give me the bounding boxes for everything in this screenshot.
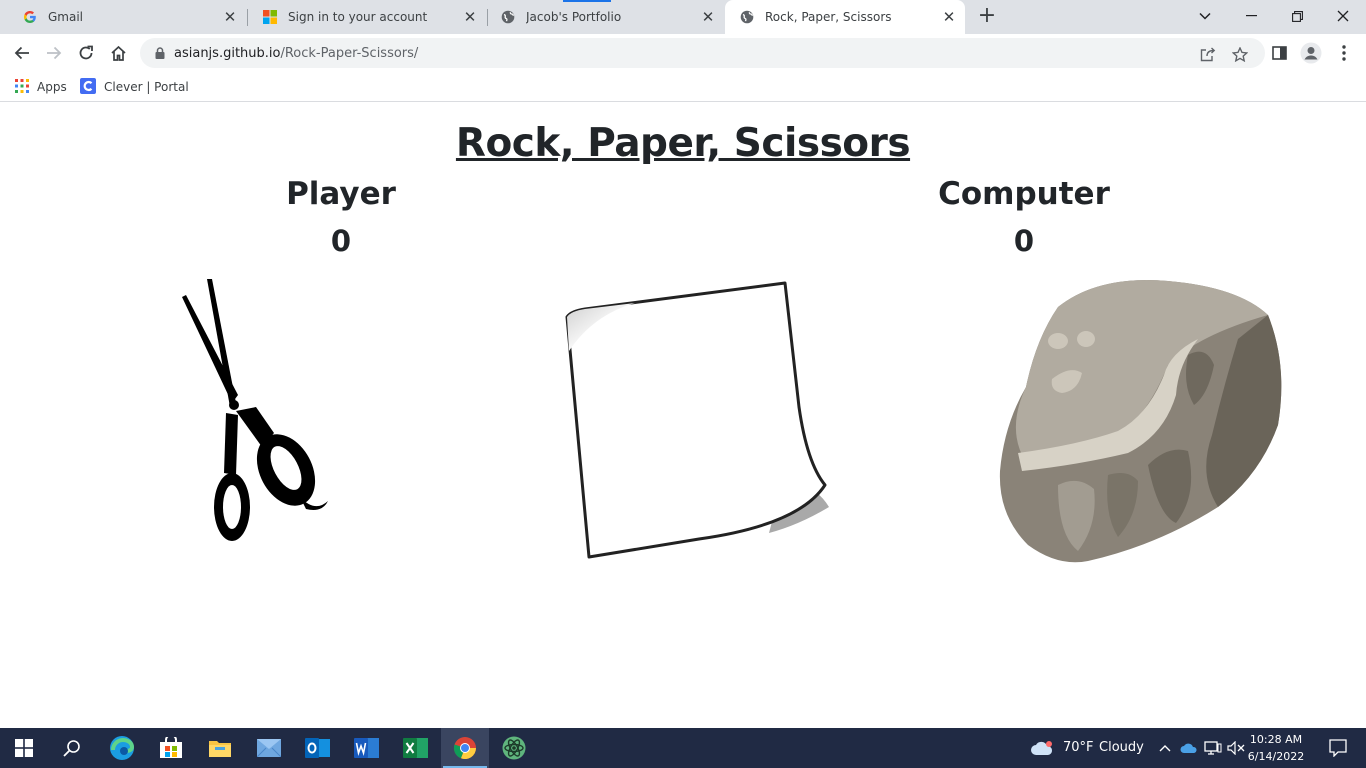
google-g-icon [22, 9, 38, 25]
file-explorer-icon[interactable] [196, 728, 244, 768]
tab-title: Sign in to your account [288, 10, 428, 24]
computer-score: 0 [1013, 224, 1035, 258]
tab-jacobs-portfolio[interactable]: Jacob's Portfolio ✕ [486, 0, 724, 34]
mail-icon[interactable] [245, 728, 293, 768]
word-icon[interactable] [343, 728, 391, 768]
scissors-choice-button[interactable] [150, 275, 350, 551]
bookmark-label: Clever | Portal [104, 80, 189, 94]
network-icon[interactable] [1202, 728, 1224, 768]
close-icon[interactable]: ✕ [698, 7, 718, 27]
edge-icon[interactable] [98, 728, 146, 768]
notifications-icon[interactable] [1318, 728, 1358, 768]
onedrive-icon[interactable] [1178, 728, 1200, 768]
show-hidden-icons-chevron-icon[interactable] [1154, 728, 1176, 768]
computer-label: Computer [938, 176, 1110, 212]
minimize-icon[interactable] [1228, 0, 1274, 32]
browser-toolbar: asianjs.github.io/Rock-Paper-Scissors/ [0, 34, 1366, 72]
bookmark-clever-portal[interactable]: Clever | Portal [80, 76, 189, 98]
reload-icon[interactable] [71, 38, 101, 68]
lock-icon[interactable] [153, 46, 167, 60]
bookmark-apps[interactable]: Apps [15, 76, 67, 98]
url-host: asianjs.github.io [174, 45, 281, 61]
clock-date: 6/14/2022 [1247, 750, 1305, 763]
player-score: 0 [330, 224, 352, 258]
scissors-icon [182, 279, 328, 541]
restore-icon[interactable] [1274, 0, 1320, 32]
taskbar-clock[interactable]: 10:28 AM 6/14/2022 [1244, 731, 1308, 765]
tab-strip: Gmail ✕ Sign in to your account ✕ Jacob'… [0, 0, 1366, 34]
tab-gmail[interactable]: Gmail ✕ [8, 0, 246, 34]
rock-icon [999, 280, 1282, 563]
chrome-icon[interactable] [441, 728, 489, 768]
excel-icon[interactable] [392, 728, 440, 768]
weather-temp: 70°F [1063, 740, 1094, 755]
bookmarks-bar: Apps Clever | Portal [0, 72, 1366, 102]
url-text: asianjs.github.io/Rock-Paper-Scissors/ [174, 46, 418, 61]
microsoft-store-icon[interactable] [147, 728, 195, 768]
clever-icon [80, 77, 96, 97]
game-title: Rock, Paper, Scissors [455, 121, 911, 166]
globe-icon [500, 9, 516, 25]
taskbar-search-icon[interactable] [48, 728, 96, 768]
outlook-icon[interactable] [294, 728, 342, 768]
tab-rock-paper-scissors[interactable]: Rock, Paper, Scissors ✕ [725, 0, 965, 34]
new-tab-button[interactable]: + [975, 5, 999, 28]
url-path: /Rock-Paper-Scissors/ [280, 45, 419, 61]
microsoft-icon [262, 9, 278, 25]
close-icon[interactable]: ✕ [460, 7, 480, 27]
tab-title: Jacob's Portfolio [526, 10, 622, 24]
paper-icon [565, 281, 829, 559]
close-icon[interactable]: ✕ [220, 7, 240, 27]
profile-avatar-icon[interactable] [1296, 38, 1326, 68]
bookmark-label: Apps [37, 80, 67, 94]
side-panel-icon[interactable] [1264, 38, 1294, 68]
taskbar: 70°F Cloudy 10:28 AM 6/14/2022 [0, 728, 1366, 768]
apps-grid-icon [15, 78, 29, 96]
share-icon[interactable] [1199, 45, 1217, 63]
close-icon[interactable]: ✕ [939, 7, 959, 27]
page-content: Rock, Paper, Scissors Player 0 Computer … [0, 103, 1366, 728]
tab-sign-in[interactable]: Sign in to your account ✕ [248, 0, 486, 34]
weather-condition: Cloudy [1099, 740, 1144, 755]
kebab-menu-icon[interactable] [1329, 38, 1359, 68]
player-label: Player [286, 176, 396, 212]
paper-choice-button[interactable] [559, 275, 834, 561]
address-bar[interactable]: asianjs.github.io/Rock-Paper-Scissors/ [140, 38, 1265, 68]
bookmark-star-icon[interactable] [1231, 45, 1249, 63]
back-arrow-icon[interactable] [7, 38, 37, 68]
home-icon[interactable] [103, 38, 133, 68]
tab-title: Rock, Paper, Scissors [765, 10, 892, 24]
windows-start-icon[interactable] [0, 728, 48, 768]
forward-arrow-icon[interactable] [39, 38, 69, 68]
weather-cloud-icon[interactable] [1024, 728, 1060, 768]
clock-time: 10:28 AM [1249, 733, 1303, 746]
atom-icon[interactable] [490, 728, 538, 768]
window-close-icon[interactable] [1320, 0, 1366, 32]
tab-search-chevron-icon[interactable] [1182, 0, 1228, 32]
tab-title: Gmail [48, 10, 84, 24]
globe-icon [739, 9, 755, 25]
rock-choice-button[interactable] [998, 275, 1286, 565]
